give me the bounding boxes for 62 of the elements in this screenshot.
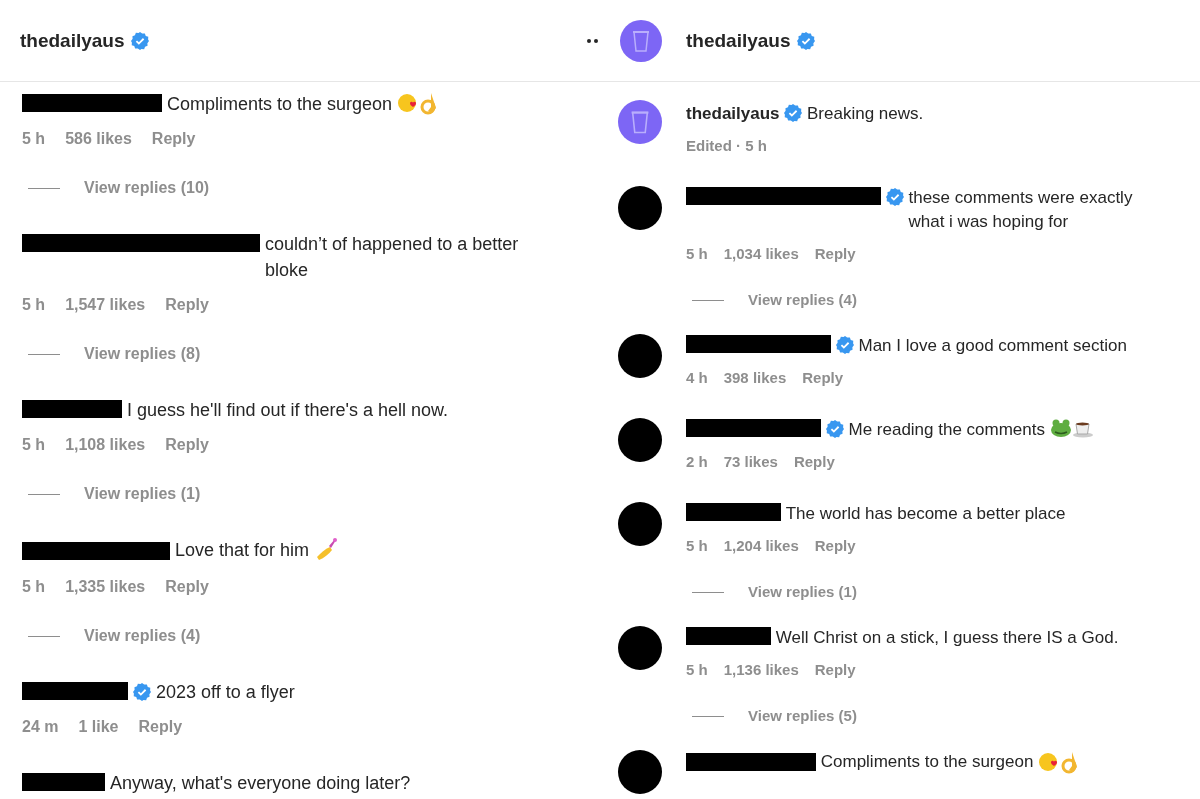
likes-count[interactable]: 1,136 likes bbox=[723, 660, 799, 680]
comment-text: Breaking news. bbox=[807, 103, 924, 125]
avatar[interactable] bbox=[618, 502, 662, 546]
view-replies-link[interactable]: View replies (8) bbox=[84, 344, 201, 364]
reply-link[interactable]: Reply bbox=[165, 295, 209, 315]
username[interactable]: thedailyaus bbox=[20, 29, 125, 52]
view-replies-link[interactable]: View replies (4) bbox=[748, 290, 857, 310]
comment-time: 5 h bbox=[686, 536, 708, 556]
reply-link[interactable]: Reply bbox=[814, 536, 856, 556]
comment-text: Me reading the comments bbox=[848, 419, 1045, 441]
likes-count[interactable]: 1,034 likes bbox=[723, 244, 799, 264]
comment-text: couldn’t of happened to a better bloke bbox=[265, 233, 520, 282]
comment-text: I guess he'll find out if there's a hell now. bbox=[127, 399, 449, 422]
comment-text: Anyway, what's everyone doing later? bbox=[110, 772, 411, 795]
comment-time: 5 h bbox=[686, 244, 708, 264]
comment-time: 4 h bbox=[686, 368, 708, 388]
likes-count[interactable]: 398 likes bbox=[723, 368, 787, 388]
comment-time: 5 h bbox=[22, 577, 46, 597]
comment-text: 2023 off to a flyer bbox=[156, 681, 295, 704]
comment-text: Compliments to the surgeon bbox=[820, 751, 1034, 773]
likes-count[interactable]: 1 like bbox=[78, 717, 119, 737]
view-replies-link[interactable]: View replies (1) bbox=[84, 484, 201, 504]
likes-count[interactable]: 1,204 likes bbox=[723, 536, 799, 556]
comment-text: these comments were exactly what i was hoping for bbox=[908, 187, 1134, 233]
username[interactable]: thedailyaus bbox=[686, 104, 780, 123]
reply-link[interactable]: Reply bbox=[793, 452, 835, 472]
comment-text: The world has become a better place bbox=[785, 503, 1066, 525]
likes-count[interactable]: 1,547 likes bbox=[65, 295, 146, 315]
reply-link[interactable]: Reply bbox=[814, 660, 856, 680]
avatar[interactable] bbox=[618, 626, 662, 670]
edited-time: Edited · 5 h bbox=[686, 136, 767, 156]
reply-link[interactable]: Reply bbox=[165, 435, 209, 455]
comment-text: Compliments to the surgeon bbox=[167, 93, 393, 116]
reply-link[interactable]: Reply bbox=[165, 577, 209, 597]
avatar[interactable] bbox=[618, 186, 662, 230]
comment-time: 5 h bbox=[22, 295, 46, 315]
username[interactable]: thedailyaus bbox=[686, 29, 791, 52]
comment-time: 5 h bbox=[686, 660, 708, 680]
view-replies-link[interactable]: View replies (10) bbox=[84, 178, 210, 198]
comment-time: 2 h bbox=[686, 452, 708, 472]
likes-count[interactable]: 73 likes bbox=[723, 452, 778, 472]
comment-text: Love that for him bbox=[175, 539, 310, 562]
comment-time: 24 m bbox=[22, 717, 59, 737]
reply-link[interactable]: Reply bbox=[138, 717, 183, 737]
reply-link[interactable]: Reply bbox=[151, 129, 196, 149]
avatar[interactable] bbox=[618, 334, 662, 378]
comment-time: 5 h bbox=[22, 129, 46, 149]
comment-text: Well Christ on a stick, I guess there IS a God. bbox=[775, 627, 1119, 649]
reply-link[interactable]: Reply bbox=[814, 244, 856, 264]
comment-time: 5 h bbox=[22, 435, 46, 455]
likes-count[interactable]: 1,108 likes bbox=[65, 435, 146, 455]
likes-count[interactable]: 1,335 likes bbox=[65, 577, 146, 597]
likes-count[interactable]: 586 likes bbox=[65, 129, 132, 149]
view-replies-link[interactable]: View replies (4) bbox=[84, 626, 201, 646]
view-replies-link[interactable]: View replies (1) bbox=[748, 582, 857, 602]
avatar[interactable] bbox=[618, 750, 662, 794]
comment-text: Man I love a good comment section bbox=[858, 335, 1127, 357]
frog-icon bbox=[1049, 418, 1072, 438]
avatar[interactable] bbox=[618, 418, 662, 462]
more-options-icon[interactable] bbox=[587, 38, 598, 43]
view-replies-link[interactable]: View replies (5) bbox=[748, 706, 857, 726]
reply-link[interactable]: Reply bbox=[802, 368, 844, 388]
